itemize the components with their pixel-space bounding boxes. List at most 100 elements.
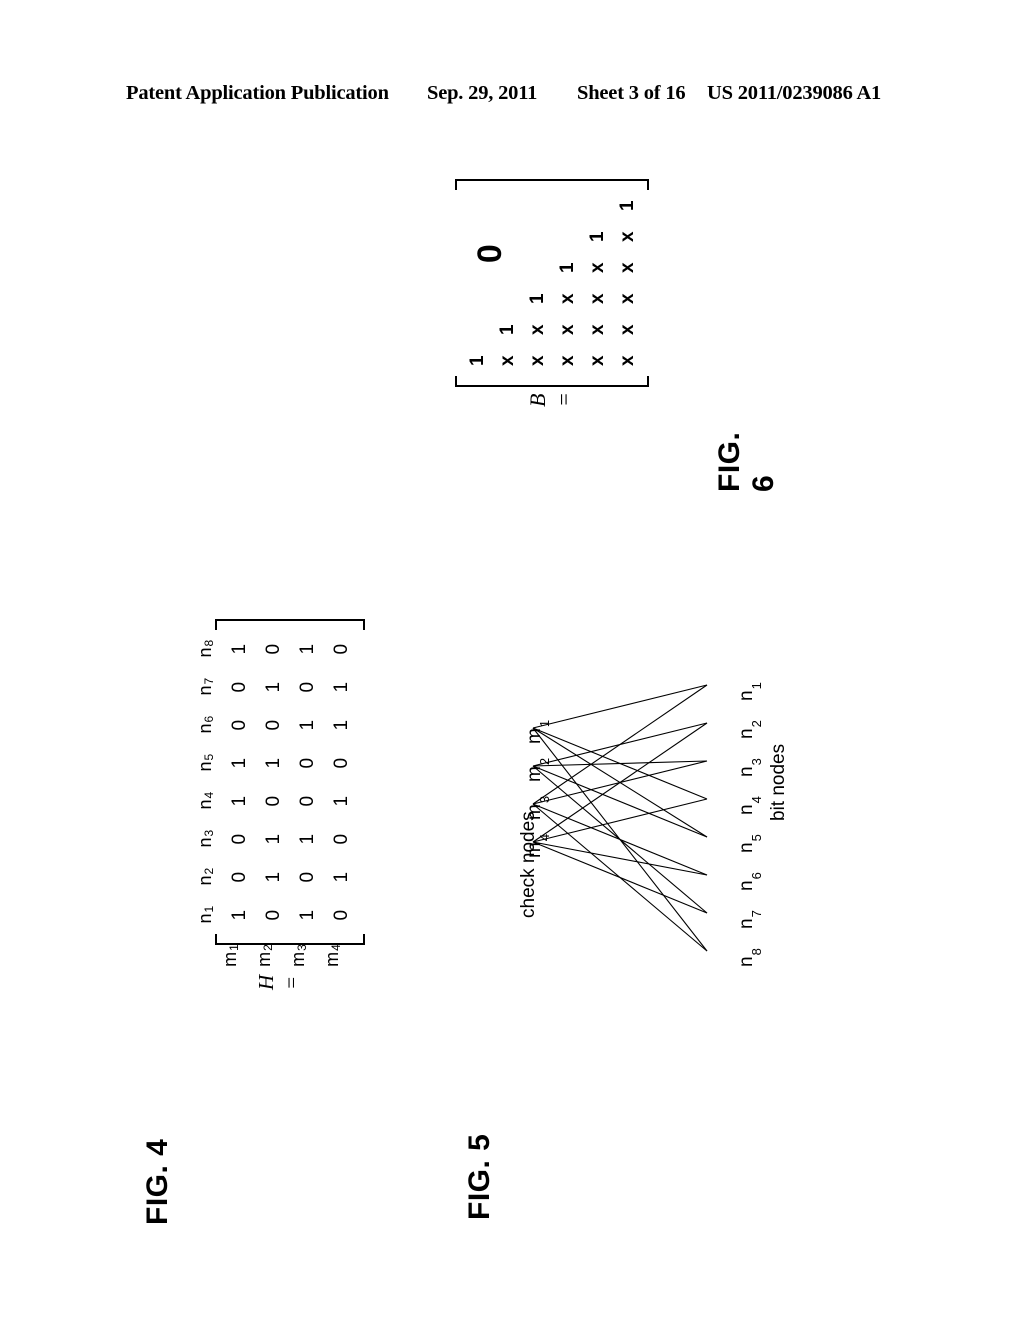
fig4-matrix-label: H = bbox=[254, 974, 303, 990]
fig6-caption: FIG. 6 bbox=[713, 431, 780, 492]
fig5-edge bbox=[532, 841, 708, 876]
fig6-cell-empty bbox=[582, 190, 612, 221]
fig4-cell: 0 bbox=[228, 871, 250, 883]
fig6-cell-empty bbox=[462, 314, 492, 345]
fig4-cell: 0 bbox=[296, 871, 318, 883]
fig6-matrix-rotated-group: B = 1x1xx1xxx1xxxx1xxxxx1 0 bbox=[455, 179, 649, 407]
fig4-matrix-rotated-group: H = m1m2m3m4 n1n2n3n4n5n6n7n8 1001100101… bbox=[195, 619, 365, 990]
fig4-col-header: n7 bbox=[195, 677, 216, 696]
figure-6: B = 1x1xx1xxx1xxxx1xxxxx1 0 FIG. 6 bbox=[455, 195, 781, 495]
fig6-cell: x bbox=[556, 293, 578, 304]
fig4-cell: 1 bbox=[296, 719, 318, 731]
fig4-cell: 0 bbox=[330, 833, 352, 845]
fig4-col-header: n2 bbox=[195, 867, 216, 886]
fig6-cell: 1 bbox=[496, 324, 518, 335]
fig4-column-headers: n1 n2 n3 n4 n5 n6 n7 n8 bbox=[195, 619, 216, 945]
fig4-cell: 1 bbox=[330, 795, 352, 807]
fig4-cell: 0 bbox=[262, 719, 284, 731]
fig4-row-header: m1 bbox=[219, 944, 241, 967]
fig4-cell: 0 bbox=[228, 833, 250, 845]
figure-5: m1 m2 m3 m4 n1 n2 n3 n4 n5 n6 n7 n8 check nodes bit n… bbox=[455, 640, 855, 1240]
fig4-cell: 0 bbox=[262, 909, 284, 921]
fig4-cell: 1 bbox=[228, 643, 250, 655]
fig4-cell: 0 bbox=[262, 643, 284, 655]
fig5-bit-node-label: n4 bbox=[736, 796, 764, 815]
fig4-col-header: n1 bbox=[195, 905, 216, 924]
fig6-matrix-label: B = bbox=[525, 392, 576, 407]
fig4-cell: 1 bbox=[262, 757, 284, 769]
fig4-cell: 1 bbox=[262, 833, 284, 845]
fig5-edge bbox=[532, 841, 708, 914]
fig6-cell-empty bbox=[492, 190, 522, 221]
header-publication-number: US 2011/0239086 A1 bbox=[707, 82, 882, 104]
fig4-col-header: n4 bbox=[195, 791, 216, 810]
fig6-cell: x bbox=[586, 293, 608, 304]
fig6-matrix-equation: B = 1x1xx1xxx1xxxx1xxxxx1 0 bbox=[455, 179, 649, 407]
header-sheet-number: Sheet 3 of 16 bbox=[577, 82, 686, 104]
fig4-row-header: m2 bbox=[253, 944, 275, 967]
fig6-cell: x bbox=[616, 355, 638, 366]
fig4-matrix-equation: H = m1m2m3m4 n1n2n3n4n5n6n7n8 1001100101… bbox=[195, 619, 365, 990]
fig4-cell: 1 bbox=[296, 643, 318, 655]
fig6-cell: x bbox=[556, 355, 578, 366]
fig4-cell: 0 bbox=[228, 719, 250, 731]
fig6-cell: x bbox=[616, 262, 638, 273]
fig6-cell-empty bbox=[462, 283, 492, 314]
fig5-bit-node-label: n3 bbox=[736, 758, 764, 777]
fig5-bit-node-label: n7 bbox=[736, 910, 764, 929]
fig4-matrix-body: n1n2n3n4n5n6n7n8 10011001011010101010010… bbox=[195, 619, 365, 945]
fig6-cell-empty bbox=[522, 252, 552, 283]
fig5-check-nodes-group-label: check nodes bbox=[518, 811, 539, 918]
fig4-cell: 1 bbox=[330, 719, 352, 731]
fig4-cell: 1 bbox=[330, 681, 352, 693]
fig4-cell: 1 bbox=[228, 757, 250, 769]
fig6-matrix-grid: 1x1xx1xxx1xxxx1xxxxx1 bbox=[462, 190, 642, 376]
fig4-cell: 0 bbox=[228, 681, 250, 693]
fig6-cell: x bbox=[616, 293, 638, 304]
figure-4: H = m1m2m3m4 n1n2n3n4n5n6n7n8 1001100101… bbox=[141, 640, 416, 1245]
fig4-row-header: m4 bbox=[321, 944, 343, 967]
fig4-col-header: n6 bbox=[195, 715, 216, 734]
fig4-col-header: n8 bbox=[195, 639, 216, 658]
fig6-cell: 1 bbox=[586, 231, 608, 242]
fig5-edge bbox=[532, 684, 708, 729]
fig6-cell: 1 bbox=[556, 262, 578, 273]
fig5-bit-nodes-group-label: bit nodes bbox=[768, 743, 789, 821]
fig4-cell: 1 bbox=[262, 871, 284, 883]
fig4-cell: 0 bbox=[296, 795, 318, 807]
fig5-bit-node-label: n8 bbox=[736, 948, 764, 967]
fig4-cell: 0 bbox=[330, 757, 352, 769]
fig6-cell-empty bbox=[522, 190, 552, 221]
fig4-caption: FIG. 4 bbox=[141, 1138, 174, 1225]
fig5-edge bbox=[532, 803, 708, 876]
fig4-cell: 0 bbox=[330, 643, 352, 655]
header-date: Sep. 29, 2011 bbox=[427, 82, 538, 104]
fig5-check-node-label: m2 bbox=[524, 757, 552, 782]
fig6-cell: 1 bbox=[616, 200, 638, 211]
fig4-row-header: m3 bbox=[287, 944, 309, 967]
fig6-cell: x bbox=[586, 355, 608, 366]
fig6-cell-empty bbox=[462, 190, 492, 221]
fig6-cell: x bbox=[526, 324, 548, 335]
fig6-cell-empty bbox=[552, 221, 582, 252]
fig5-check-node-label: m1 bbox=[524, 719, 552, 744]
fig5-caption: FIG. 5 bbox=[463, 1133, 496, 1220]
fig4-row-headers: m1 m2 m3 m4 bbox=[213, 944, 349, 967]
fig4-cell: 0 bbox=[330, 909, 352, 921]
fig5-tanner-graph: m1 m2 m3 m4 n1 n2 n3 n4 n5 n6 n7 n8 check nodes bit n… bbox=[455, 640, 855, 980]
fig4-matrix-grid: 10011001011010101010010101010110 bbox=[222, 630, 358, 934]
fig4-col-header: n5 bbox=[195, 753, 216, 772]
fig4-cell: 1 bbox=[330, 871, 352, 883]
fig5-bit-node-label: n5 bbox=[736, 834, 764, 853]
fig4-cell: 1 bbox=[296, 833, 318, 845]
fig4-cell: 1 bbox=[262, 681, 284, 693]
fig4-matrix-brackets: 10011001011010101010010101010110 bbox=[215, 619, 365, 945]
fig6-cell-empty bbox=[552, 190, 582, 221]
fig6-cell: x bbox=[586, 324, 608, 335]
fig5-edges-svg bbox=[532, 684, 708, 952]
fig6-cell-empty bbox=[522, 221, 552, 252]
fig6-cell: x bbox=[496, 355, 518, 366]
page-header: Patent Application Publication Sep. 29, … bbox=[0, 82, 1024, 116]
fig6-zero-region-label: 0 bbox=[471, 244, 509, 264]
fig6-cell: 1 bbox=[526, 293, 548, 304]
